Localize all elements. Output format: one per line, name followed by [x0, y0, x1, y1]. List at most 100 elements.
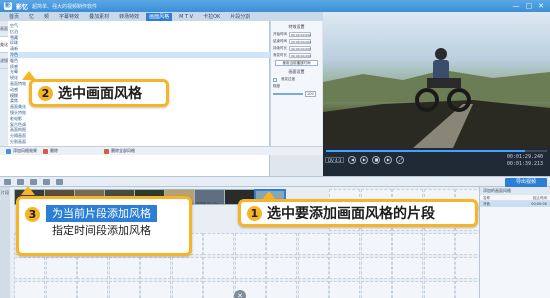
add-style-to-current-clip[interactable]: 为当前片段添加风格	[46, 205, 157, 222]
empty-slot[interactable]	[203, 281, 234, 298]
empty-slot[interactable]	[108, 281, 140, 298]
timeline-clip[interactable]: STAGE_07_Ch...	[194, 189, 226, 205]
empty-slot[interactable]	[329, 281, 360, 298]
start-time-input[interactable]: 00:00:00.000	[289, 32, 311, 37]
tab-subtitle[interactable]: 字幕特效	[56, 13, 82, 21]
empty-slot[interactable]	[297, 257, 329, 279]
tab-split[interactable]: 片段分割	[227, 13, 253, 21]
next-icon[interactable]: ▶	[384, 156, 393, 164]
empty-slot[interactable]	[266, 281, 297, 298]
empty-slot[interactable]	[234, 233, 266, 255]
effect-settings: 特效设置 开始时间 00:00:00.000 结束时间 00:00:00.000 持…	[270, 21, 322, 146]
empty-slot[interactable]	[360, 257, 392, 279]
empty-slot[interactable]	[108, 257, 140, 279]
empty-slot[interactable]	[360, 233, 392, 255]
empty-slot[interactable]	[171, 257, 203, 279]
empty-slot[interactable]	[392, 233, 423, 255]
minimize-icon[interactable]: —	[513, 1, 520, 11]
degree-slider[interactable]	[273, 93, 303, 95]
side-tab-picture[interactable]: 画面	[0, 21, 8, 37]
stop-icon[interactable]: ■	[372, 156, 381, 164]
timeline-toolbar	[0, 176, 550, 187]
empty-slot[interactable]	[77, 281, 108, 298]
empty-slot[interactable]	[266, 257, 297, 279]
added-styles-title: 添加的画面风格	[480, 187, 550, 195]
play-icon[interactable]: ▶	[360, 156, 369, 164]
aspect-select[interactable]: DV 4:3	[325, 157, 345, 163]
tab-transition[interactable]: 转场特效	[116, 13, 142, 21]
side-tabs: 画面 美化 滤镜	[0, 21, 8, 146]
tab-home[interactable]: 首页	[6, 13, 22, 21]
add-style-button[interactable]: 添加风格效果	[6, 148, 37, 154]
empty-slot[interactable]	[14, 281, 45, 298]
empty-slot[interactable]	[266, 233, 297, 255]
fade-input[interactable]: 00:00:00.000	[289, 53, 311, 58]
empty-slot[interactable]	[234, 257, 266, 279]
fade-checkbox[interactable]	[273, 77, 277, 82]
timeline-side-label: 片段	[1, 190, 9, 195]
delete-button[interactable]: 删除	[43, 148, 58, 154]
empty-slot[interactable]	[77, 257, 108, 279]
add-style-to-time-range[interactable]: 指定时间段添加风格	[46, 222, 157, 239]
empty-slot[interactable]	[423, 257, 455, 279]
title-bar: 影 影忆 超简单、强大的视频制作软件 — □ ✕	[0, 0, 550, 12]
empty-slot[interactable]	[329, 257, 360, 279]
empty-slot[interactable]	[360, 281, 392, 298]
empty-slot[interactable]	[423, 281, 455, 298]
clear-all-button[interactable]: 删除全部风格	[104, 148, 135, 154]
col-name: 名称	[483, 196, 490, 200]
empty-slot[interactable]	[171, 281, 203, 298]
empty-slot[interactable]	[329, 233, 360, 255]
video-frame	[323, 12, 550, 148]
tab-mtv[interactable]: M T V	[176, 13, 196, 21]
tab-overlay[interactable]: 叠加素材	[86, 13, 112, 21]
empty-slot[interactable]	[140, 281, 171, 298]
paste-icon[interactable]	[56, 178, 63, 185]
export-video-button[interactable]: 导出视频	[505, 178, 547, 187]
duration-input[interactable]: 00:00:00.000	[289, 46, 311, 51]
transport-controls: DV 4:3 ◀ ▶ ■ ▶ ⤢ 00:01:29.240 00:01:39.2…	[325, 154, 547, 167]
empty-slot[interactable]	[423, 233, 455, 255]
empty-slot[interactable]	[392, 257, 423, 279]
tab-karaoke[interactable]: 卡拉OK	[200, 13, 223, 21]
empty-slot[interactable]	[14, 257, 45, 279]
undo-icon[interactable]	[4, 178, 11, 185]
tab-style[interactable]: 画面风格	[146, 12, 173, 21]
tab-yi[interactable]: 忆	[26, 13, 37, 21]
empty-slot[interactable]	[140, 257, 171, 279]
clear-icon	[104, 148, 109, 154]
empty-slot[interactable]	[203, 257, 234, 279]
preview-image	[323, 48, 550, 148]
progress-bar[interactable]	[326, 150, 547, 152]
redo-icon[interactable]	[17, 178, 24, 185]
empty-slot[interactable]	[45, 281, 77, 298]
empty-slot[interactable]	[45, 257, 77, 279]
fullscreen-icon[interactable]: ⤢	[396, 156, 405, 164]
empty-slot[interactable]	[297, 281, 329, 298]
end-time-label: 结束时间	[273, 39, 287, 43]
video-preview	[323, 12, 550, 158]
callout3-arrow	[21, 186, 35, 195]
degree-value[interactable]: 100	[305, 91, 316, 97]
maximize-icon[interactable]: □	[526, 1, 533, 11]
empty-slot[interactable]	[392, 281, 423, 298]
close-icon[interactable]: ✕	[538, 1, 544, 11]
added-style-row[interactable]: 冷色 00:00:00	[480, 201, 550, 207]
empty-slot[interactable]	[203, 233, 234, 255]
end-time-input[interactable]: 00:00:00.000	[289, 39, 311, 44]
col-time: 起止时间	[533, 196, 547, 200]
prev-icon[interactable]: ◀	[348, 156, 357, 164]
step3-badge: 3	[25, 207, 40, 222]
side-tab-beautify[interactable]: 美化	[0, 37, 8, 53]
collapse-icon[interactable]: ✕	[234, 290, 246, 298]
use-current-time-button[interactable]: 使用当前播放时间	[275, 60, 318, 66]
empty-slot[interactable]	[297, 233, 329, 255]
start-time-label: 开始时间	[273, 32, 287, 36]
style-list-item[interactable]: 冷色	[10, 52, 270, 58]
style-list-item[interactable]: 分割画面	[10, 139, 26, 145]
copy-icon[interactable]	[43, 178, 50, 185]
step2-badge: 2	[38, 85, 53, 101]
tab-pin[interactable]: 频	[41, 13, 52, 21]
cut-icon[interactable]	[30, 178, 37, 185]
side-tab-filter[interactable]: 滤镜	[0, 53, 8, 69]
